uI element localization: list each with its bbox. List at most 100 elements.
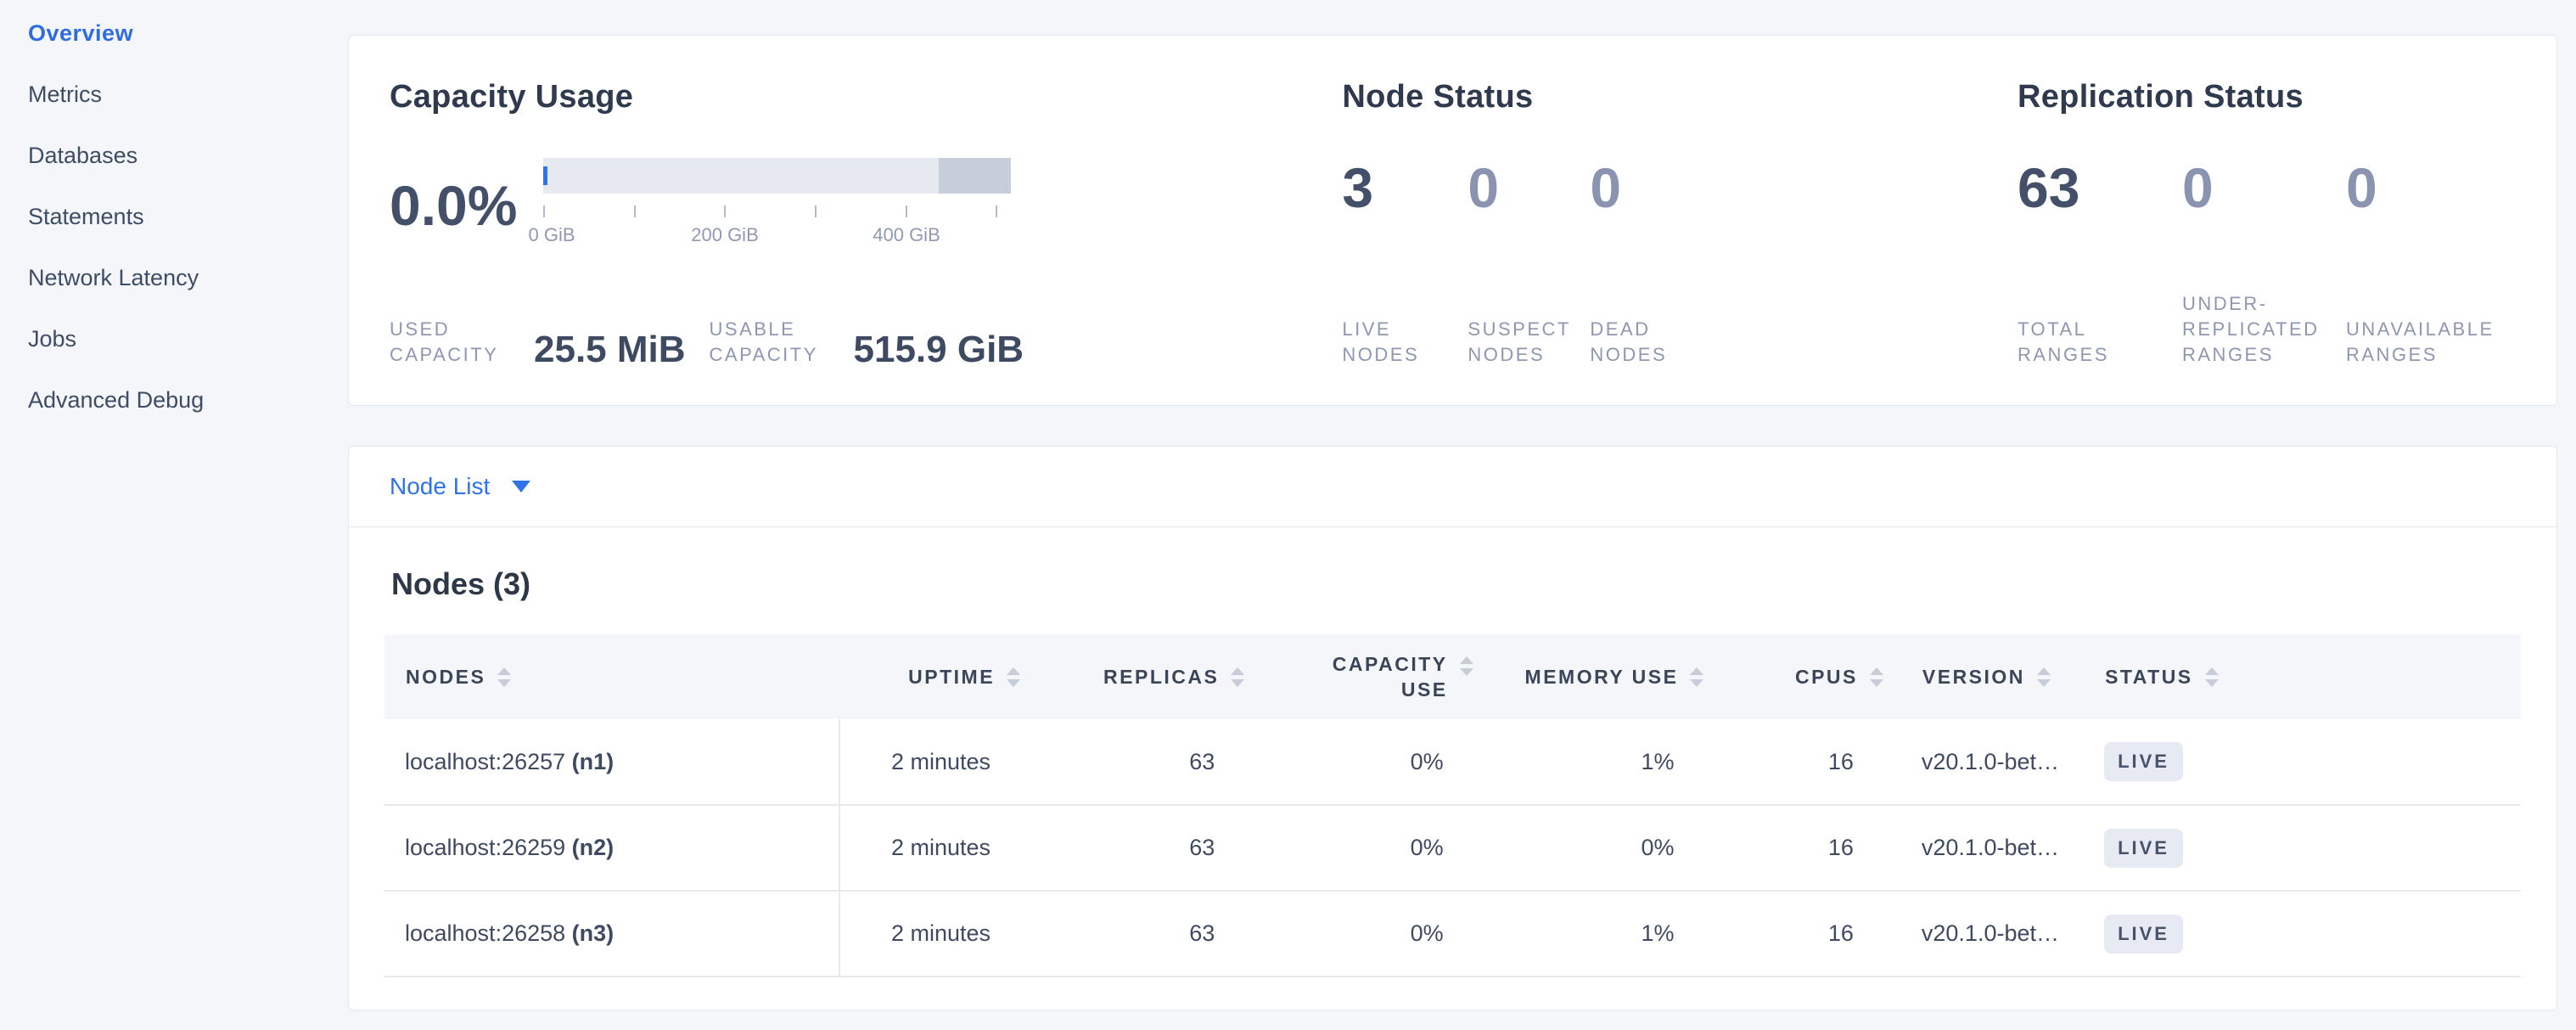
memory-use-cell: 1% bbox=[1474, 891, 1705, 977]
replication-status-title: Replication Status bbox=[2018, 78, 2516, 115]
used-capacity-value: 25.5 MiB bbox=[534, 332, 686, 368]
node-address: localhost:26257 bbox=[405, 749, 565, 774]
axis-tick bbox=[634, 205, 636, 217]
node-address-cell[interactable]: localhost:26257 (n1) bbox=[384, 719, 839, 805]
column-label: UPTIME bbox=[908, 666, 995, 689]
capacity-use-cell: 0% bbox=[1245, 719, 1473, 805]
dead-nodes-stat: 0 DEAD NODES bbox=[1590, 158, 1692, 368]
node-id: (n3) bbox=[572, 920, 615, 946]
dead-nodes-value: 0 bbox=[1590, 158, 1692, 217]
column-header-status[interactable]: STATUS bbox=[2096, 634, 2521, 719]
capacity-usage-section: Capacity Usage 0.0% 0 GiB 200 GiB bbox=[390, 78, 1342, 368]
sidebar: Overview Metrics Databases Statements Ne… bbox=[0, 0, 348, 447]
column-label: NODES bbox=[406, 666, 485, 689]
version-cell: v20.1.0-bet… bbox=[1884, 891, 2096, 977]
sort-icon[interactable] bbox=[2205, 667, 2219, 687]
table-row-node-2[interactable]: localhost:26259 (n2) 2 minutes 63 0% 0% … bbox=[384, 805, 2521, 891]
node-list-content: Nodes (3) NODES UPTIME RE bbox=[349, 527, 2556, 977]
replicas-cell: 63 bbox=[1021, 805, 1245, 891]
cpus-cell: 16 bbox=[1704, 805, 1883, 891]
dead-nodes-label: DEAD NODES bbox=[1590, 317, 1692, 368]
column-header-cpus[interactable]: CPUS bbox=[1704, 634, 1883, 719]
memory-use-cell: 1% bbox=[1474, 719, 1705, 805]
status-cell: LIVE bbox=[2096, 891, 2521, 977]
total-ranges-value: 63 bbox=[2018, 158, 2182, 217]
cpus-cell: 16 bbox=[1704, 891, 1883, 977]
sort-icon[interactable] bbox=[1690, 667, 1703, 687]
sidebar-item-advanced-debug[interactable]: Advanced Debug bbox=[28, 386, 348, 414]
suspect-nodes-stat: 0 SUSPECT NODES bbox=[1468, 158, 1590, 368]
sidebar-item-statements[interactable]: Statements bbox=[28, 202, 348, 231]
status-badge: LIVE bbox=[2104, 829, 2183, 868]
column-header-uptime[interactable]: UPTIME bbox=[839, 634, 1021, 719]
view-selector-label: Node List bbox=[390, 473, 490, 500]
capacity-bar-used-segment bbox=[543, 166, 547, 185]
usable-capacity-stat: USABLE CAPACITY 515.9 GiB bbox=[710, 317, 1024, 368]
column-header-memory-use[interactable]: MEMORY USE bbox=[1474, 634, 1705, 719]
chevron-down-icon bbox=[512, 481, 530, 492]
sidebar-item-jobs[interactable]: Jobs bbox=[28, 324, 348, 353]
axis-tick bbox=[724, 205, 726, 217]
sort-icon[interactable] bbox=[497, 667, 511, 687]
column-header-version[interactable]: VERSION bbox=[1884, 634, 2096, 719]
axis-tick bbox=[815, 205, 817, 217]
status-badge: LIVE bbox=[2104, 915, 2183, 954]
cpus-cell: 16 bbox=[1704, 719, 1883, 805]
sort-icon[interactable] bbox=[1460, 656, 1473, 676]
status-cell: LIVE bbox=[2096, 719, 2521, 805]
cluster-summary-card: Capacity Usage 0.0% 0 GiB 200 GiB bbox=[348, 35, 2557, 406]
status-badge: LIVE bbox=[2104, 742, 2183, 781]
node-id: (n1) bbox=[572, 749, 615, 774]
total-ranges-stat: 63 TOTAL RANGES bbox=[2018, 158, 2182, 368]
capacity-stats-row: USED CAPACITY 25.5 MiB USABLE CAPACITY 5… bbox=[390, 317, 1342, 368]
usable-capacity-value: 515.9 GiB bbox=[854, 332, 1024, 368]
column-header-replicas[interactable]: REPLICAS bbox=[1021, 634, 1245, 719]
main-content: Capacity Usage 0.0% 0 GiB 200 GiB bbox=[348, 0, 2557, 1010]
node-address: localhost:26258 bbox=[405, 920, 565, 946]
status-cell: LIVE bbox=[2096, 805, 2521, 891]
axis-tick bbox=[996, 205, 997, 217]
node-id: (n2) bbox=[572, 835, 615, 860]
capacity-use-cell: 0% bbox=[1245, 891, 1473, 977]
under-replicated-ranges-stat: 0 UNDER-REPLICATED RANGES bbox=[2182, 158, 2346, 368]
uptime-cell: 2 minutes bbox=[839, 891, 1021, 977]
live-nodes-stat: 3 LIVE NODES bbox=[1342, 158, 1468, 368]
column-header-nodes[interactable]: NODES bbox=[384, 634, 839, 719]
column-header-capacity-use[interactable]: CAPACITY USE bbox=[1245, 634, 1473, 719]
table-row-node-3[interactable]: localhost:26258 (n3) 2 minutes 63 0% 1% … bbox=[384, 891, 2521, 977]
sidebar-item-metrics[interactable]: Metrics bbox=[28, 80, 348, 109]
unavailable-ranges-stat: 0 UNAVAILABLE RANGES bbox=[2346, 158, 2516, 368]
capacity-usage-title: Capacity Usage bbox=[390, 78, 1342, 115]
node-address-cell[interactable]: localhost:26258 (n3) bbox=[384, 891, 839, 977]
used-capacity-stat: USED CAPACITY 25.5 MiB bbox=[390, 317, 686, 368]
column-label: STATUS bbox=[2105, 666, 2193, 689]
column-label: CPUS bbox=[1795, 666, 1858, 689]
node-status-stats: 3 LIVE NODES 0 SUSPECT NODES 0 DEAD NODE… bbox=[1342, 158, 2018, 368]
column-label: MEMORY USE bbox=[1525, 666, 1679, 689]
node-list-card: Node List Nodes (3) NODES UPTIME bbox=[348, 446, 2557, 1010]
version-cell: v20.1.0-bet… bbox=[1884, 719, 2096, 805]
capacity-bar-chart: 0 GiB 200 GiB 400 GiB bbox=[543, 158, 1019, 253]
sort-icon[interactable] bbox=[1231, 667, 1244, 687]
nodes-table-title: Nodes (3) bbox=[391, 566, 2521, 602]
axis-tick-label: 400 GiB bbox=[873, 224, 940, 246]
sidebar-item-databases[interactable]: Databases bbox=[28, 141, 348, 170]
sidebar-item-network-latency[interactable]: Network Latency bbox=[28, 263, 348, 292]
sort-icon[interactable] bbox=[2037, 667, 2051, 687]
under-replicated-ranges-value: 0 bbox=[2182, 158, 2346, 217]
sidebar-item-overview[interactable]: Overview bbox=[28, 19, 348, 48]
usable-capacity-label: USABLE CAPACITY bbox=[710, 317, 839, 368]
view-selector-dropdown[interactable]: Node List bbox=[349, 447, 2556, 527]
capacity-use-cell: 0% bbox=[1245, 805, 1473, 891]
capacity-percent-value: 0.0% bbox=[390, 173, 543, 238]
axis-tick-label: 0 GiB bbox=[528, 224, 575, 246]
replicas-cell: 63 bbox=[1021, 719, 1245, 805]
suspect-nodes-label: SUSPECT NODES bbox=[1468, 317, 1586, 368]
table-row-node-1[interactable]: localhost:26257 (n1) 2 minutes 63 0% 1% … bbox=[384, 719, 2521, 805]
under-replicated-ranges-label: UNDER-REPLICATED RANGES bbox=[2182, 291, 2320, 368]
sort-icon[interactable] bbox=[1870, 667, 1883, 687]
capacity-bar-other-segment bbox=[939, 158, 1011, 194]
live-nodes-value: 3 bbox=[1342, 158, 1468, 217]
node-address-cell[interactable]: localhost:26259 (n2) bbox=[384, 805, 839, 891]
sort-icon[interactable] bbox=[1007, 667, 1020, 687]
